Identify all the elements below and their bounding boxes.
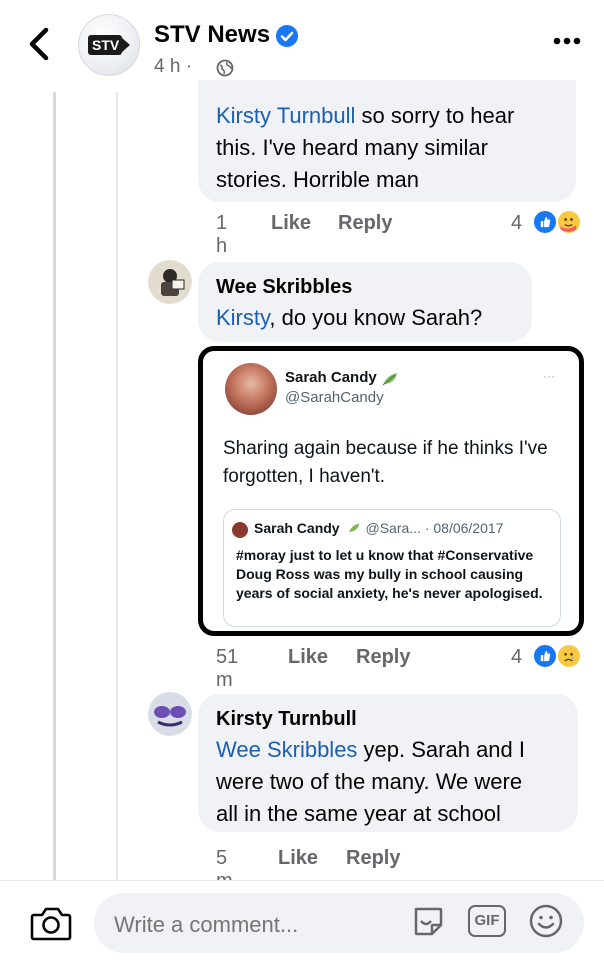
comment-time[interactable]: 1 h — [216, 212, 227, 258]
comment-time[interactable]: 51 m — [216, 646, 238, 692]
leaf-icon — [382, 373, 397, 386]
comment-text: Kirsty, do you know Sarah? — [216, 302, 482, 334]
quoted-tweet: Sarah Candy @Sara... · 08/06/2017 #moray… — [223, 509, 561, 627]
reaction-count[interactable]: 4 — [511, 212, 522, 235]
comment-text-line: were two of the many. We were — [216, 769, 523, 794]
comment-author[interactable]: Kirsty Turnbull — [216, 708, 357, 731]
stv-logo-text: STV — [92, 37, 120, 53]
quoted-tweet-text: #moray just to let u know that #Conserva… — [236, 547, 543, 601]
comment-text: Kirsty Turnbull so sorry to hear this. I… — [216, 100, 566, 196]
comment-text-line: this. I've heard many similar — [216, 135, 488, 160]
reply-button[interactable]: Reply — [346, 847, 400, 870]
more-options-icon[interactable] — [552, 36, 582, 46]
comment-text-part: yep. Sarah and I — [357, 737, 525, 762]
like-button[interactable]: Like — [288, 646, 328, 669]
tweet-text: Sharing again because if he thinks I've … — [223, 438, 548, 487]
tweet-screenshot[interactable]: Sarah Candy @SarahCandy ··· Sharing agai… — [198, 346, 584, 636]
like-icon — [532, 209, 558, 235]
verified-badge-icon — [276, 25, 298, 47]
camera-icon[interactable] — [30, 905, 72, 941]
comment-text-part: , do you know Sarah? — [269, 305, 483, 330]
mention-link[interactable]: Kirsty — [216, 305, 269, 330]
tweet-author-name: Sarah Candy — [285, 369, 377, 386]
comment-input[interactable] — [94, 893, 584, 953]
quoted-tweet-meta: @Sara... · 08/06/2017 — [365, 520, 504, 536]
care-icon — [556, 209, 582, 235]
quoted-author-name: Sarah Candy — [254, 520, 340, 536]
post-timestamp[interactable]: 4 h · — [154, 56, 192, 78]
tweet-author-avatar — [225, 363, 277, 415]
comment-text-line: stories. Horrible man — [216, 167, 419, 192]
like-icon — [532, 643, 558, 669]
reply-button[interactable]: Reply — [356, 646, 410, 669]
quoted-author-avatar — [232, 522, 248, 538]
sticker-icon[interactable] — [410, 903, 446, 939]
reply-button[interactable]: Reply — [338, 212, 392, 235]
comment-author[interactable]: Wee Skribbles — [216, 276, 352, 299]
quoted-tweet-header: Sarah Candy @Sara... · 08/06/2017 — [254, 520, 503, 536]
reaction-count[interactable]: 4 — [511, 646, 522, 669]
comment-composer: GIF — [0, 880, 604, 960]
comment-text: Wee Skribbles yep. Sarah and I were two … — [216, 734, 570, 830]
comment-text-part: so sorry to hear — [355, 103, 515, 128]
emoji-icon[interactable] — [528, 903, 564, 939]
comment-bubble[interactable]: Wee Skribbles Kirsty, do you know Sarah? — [198, 262, 532, 342]
leaf-icon — [349, 523, 360, 533]
commenter-avatar[interactable] — [148, 260, 192, 304]
globe-icon — [216, 59, 234, 77]
commenter-avatar[interactable] — [148, 692, 192, 736]
like-button[interactable]: Like — [278, 847, 318, 870]
comment-bubble[interactable]: Kirsty Turnbull so sorry to hear this. I… — [198, 80, 576, 202]
back-arrow-icon[interactable] — [24, 26, 54, 62]
mention-link[interactable]: Wee Skribbles — [216, 737, 357, 762]
tweet-more-icon: ··· — [543, 369, 555, 383]
mention-link[interactable]: Kirsty Turnbull — [216, 103, 355, 128]
post-header: STV STV News 4 h · — [0, 0, 604, 92]
page-name[interactable]: STV News — [154, 21, 270, 49]
sad-icon — [556, 643, 582, 669]
reply-thread-line — [116, 92, 118, 882]
gif-button[interactable]: GIF — [468, 905, 506, 937]
like-button[interactable]: Like — [271, 212, 311, 235]
thread-line — [53, 92, 56, 882]
comment-bubble[interactable]: Kirsty Turnbull Wee Skribbles yep. Sarah… — [198, 694, 578, 832]
stv-logo-icon: STV — [88, 35, 130, 55]
tweet-author-handle: @SarahCandy — [285, 389, 384, 406]
comment-text-line: all in the same year at school — [216, 801, 501, 826]
